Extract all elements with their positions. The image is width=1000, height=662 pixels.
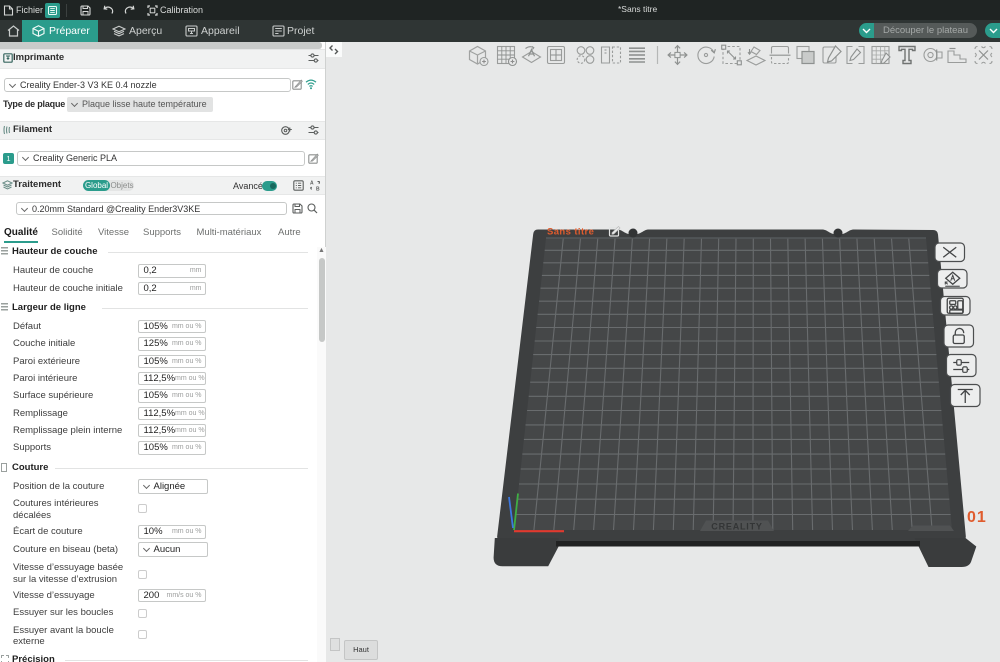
svg-text:CREALITY: CREALITY <box>711 522 762 532</box>
svg-text:01: 01 <box>967 509 987 526</box>
svg-text:Sans titre: Sans titre <box>547 227 594 238</box>
